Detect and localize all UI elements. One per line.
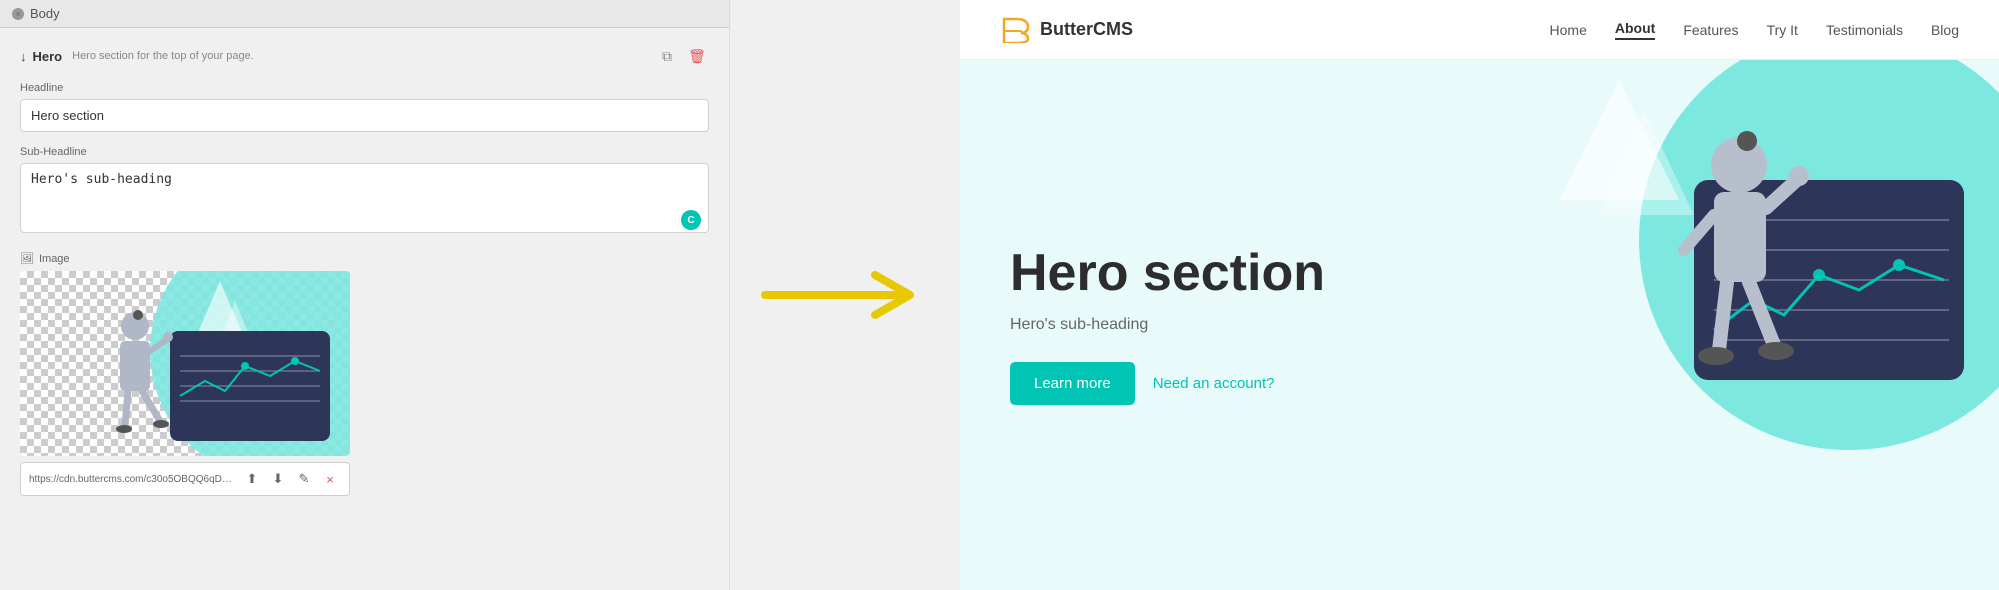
top-bar-label: Body bbox=[30, 6, 60, 21]
image-section: 🖼 Image bbox=[20, 252, 709, 496]
nav-blog[interactable]: Blog bbox=[1931, 22, 1959, 38]
headline-input[interactable] bbox=[20, 99, 709, 132]
upload-image-button[interactable]: ⬆ bbox=[241, 468, 263, 490]
image-url-actions: ⬆ ⬇ ✎ × bbox=[241, 468, 341, 490]
arrow-section bbox=[730, 0, 960, 590]
hero-buttons: Learn more Need an account? bbox=[1010, 362, 1430, 405]
copy-hero-button[interactable]: ⧉ bbox=[655, 44, 679, 68]
nav-testimonials[interactable]: Testimonials bbox=[1826, 22, 1903, 38]
hero-title-row: ↓ Hero Hero section for the top of your … bbox=[20, 49, 254, 64]
hero-description: Hero section for the top of your page. bbox=[72, 50, 254, 62]
image-preview bbox=[20, 271, 350, 456]
subheadline-input[interactable]: Hero's sub-heading bbox=[20, 163, 709, 233]
hero-illustration-right bbox=[1499, 60, 1999, 590]
logo: ButterCMS bbox=[1000, 17, 1133, 43]
hero-actions: ⧉ 🗑 bbox=[655, 44, 709, 68]
account-link[interactable]: Need an account? bbox=[1153, 375, 1275, 392]
textarea-wrapper: Hero's sub-heading C bbox=[20, 163, 709, 238]
image-icon: 🖼 bbox=[20, 252, 34, 265]
remove-image-button[interactable]: × bbox=[319, 468, 341, 490]
hero-main-title: Hero section bbox=[1010, 245, 1430, 302]
hero-sub-title: Hero's sub-heading bbox=[1010, 316, 1430, 334]
logo-icon bbox=[1000, 17, 1032, 43]
close-tab-button[interactable]: × bbox=[12, 8, 24, 20]
edit-image-button[interactable]: ✎ bbox=[293, 468, 315, 490]
nav-about[interactable]: About bbox=[1615, 20, 1655, 40]
top-bar: × Body bbox=[0, 0, 729, 28]
image-label-text: Image bbox=[39, 253, 70, 265]
right-illustration-svg bbox=[1499, 60, 1999, 590]
hero-section-header: ↓ Hero Hero section for the top of your … bbox=[20, 44, 709, 68]
nav-links: Home About Features Try It Testimonials … bbox=[1550, 20, 1959, 40]
hero-label: Hero bbox=[33, 49, 63, 64]
nav-home[interactable]: Home bbox=[1550, 22, 1587, 38]
preview-panel: ButterCMS Home About Features Try It Tes… bbox=[960, 0, 1999, 590]
image-url-bar: https://cdn.buttercms.com/c30o5OBQQ6qD4m… bbox=[20, 462, 350, 496]
directional-arrow bbox=[755, 265, 935, 325]
delete-hero-button[interactable]: 🗑 bbox=[685, 44, 709, 68]
image-label: 🖼 Image bbox=[20, 252, 709, 265]
download-image-button[interactable]: ⬇ bbox=[267, 468, 289, 490]
image-url-text: https://cdn.buttercms.com/c30o5OBQQ6qD4m… bbox=[29, 474, 235, 485]
learn-more-button[interactable]: Learn more bbox=[1010, 362, 1135, 405]
ai-icon: C bbox=[681, 210, 701, 230]
hero-content-area: Hero section Hero's sub-heading Learn mo… bbox=[960, 60, 1999, 590]
close-icon: × bbox=[15, 9, 20, 19]
checkerboard-bg bbox=[20, 271, 350, 456]
editor-panel: × Body ↓ Hero Hero section for the top o… bbox=[0, 0, 730, 590]
logo-text: ButterCMS bbox=[1040, 19, 1133, 40]
headline-field-group: Headline bbox=[20, 82, 709, 132]
expand-icon[interactable]: ↓ bbox=[20, 49, 27, 64]
subheadline-label: Sub-Headline bbox=[20, 146, 709, 158]
hero-text-block: Hero section Hero's sub-heading Learn mo… bbox=[1010, 245, 1430, 405]
nav-bar: ButterCMS Home About Features Try It Tes… bbox=[960, 0, 1999, 60]
nav-features[interactable]: Features bbox=[1683, 22, 1738, 38]
headline-label: Headline bbox=[20, 82, 709, 94]
nav-try-it[interactable]: Try It bbox=[1767, 22, 1798, 38]
editor-content: ↓ Hero Hero section for the top of your … bbox=[0, 28, 729, 590]
preview-illustration bbox=[20, 271, 350, 456]
subheadline-field-group: Sub-Headline Hero's sub-heading C bbox=[20, 146, 709, 238]
